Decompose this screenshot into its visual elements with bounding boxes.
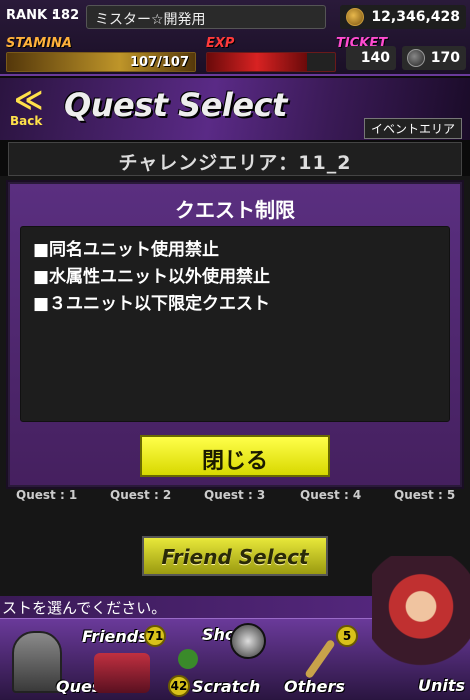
quest-tab-5[interactable]: Quest : 5	[394, 488, 455, 502]
ticket-value: 140	[360, 50, 390, 66]
nav-scratch-label: Scratch	[192, 677, 261, 696]
status-bar: RANK : 182 ミスター☆開発用 12,346,428 STAMINA 1…	[0, 0, 470, 76]
quest-tab-2[interactable]: Quest : 2	[110, 488, 171, 502]
rank-label: RANK :	[6, 8, 57, 23]
hint-text: ストを選んでください。	[2, 599, 167, 617]
friend-select-label: Friend Select	[161, 545, 309, 569]
close-button[interactable]: 閉じる	[140, 435, 330, 477]
exp-label: EXP	[206, 36, 235, 51]
restriction-rule: ■３ユニット以下限定クエスト	[33, 294, 271, 314]
gem-counter: 170	[402, 46, 466, 70]
friends-icon	[94, 653, 150, 693]
player-name: ミスター☆開発用	[95, 12, 206, 28]
shop-icon	[230, 623, 266, 659]
close-label: 閉じる	[201, 449, 268, 474]
quest-tab-1[interactable]: Quest : 1	[16, 488, 77, 502]
restriction-rule: ■同名ユニット使用禁止	[33, 240, 220, 260]
title-area: ≪ Back Quest Select イベントエリア	[0, 78, 470, 140]
nav-others-label: Others	[284, 677, 345, 696]
gem-icon	[407, 49, 425, 67]
rank-value: 182	[52, 8, 80, 23]
nav-units[interactable]: Units	[400, 660, 470, 700]
nav-others[interactable]: 5 Others	[280, 619, 370, 700]
back-label: Back	[10, 114, 43, 128]
stamina-value: 107/107	[129, 55, 189, 70]
gem-value: 170	[430, 50, 460, 66]
gold-counter: 12,346,428	[340, 5, 466, 29]
stamina-bar: 107/107	[6, 52, 196, 72]
quest-restriction-dialog: クエスト制限 ■同名ユニット使用禁止 ■水属性ユニット以外使用禁止 ■３ユニット…	[8, 182, 462, 487]
scratch-badge: 42	[168, 675, 190, 697]
nav-shop-scratch[interactable]: Shop 42 Scratch	[160, 619, 290, 700]
dialog-body: ■同名ユニット使用禁止 ■水属性ユニット以外使用禁止 ■３ユニット以下限定クエス…	[20, 226, 450, 422]
area-name: チャレンジエリア：11_2	[118, 152, 352, 174]
friend-select-button[interactable]: Friend Select	[142, 536, 328, 576]
page-title: Quest Select	[64, 86, 287, 124]
event-area-tag: イベントエリア	[363, 118, 462, 139]
area-name-bar: チャレンジエリア：11_2	[8, 142, 462, 176]
quest-tab-3[interactable]: Quest : 3	[204, 488, 265, 502]
restriction-rule: ■水属性ユニット以外使用禁止	[33, 267, 271, 287]
key-icon	[304, 638, 336, 680]
coin-icon	[346, 8, 364, 26]
gold-value: 12,346,428	[371, 9, 460, 25]
ticket-counter: 140	[346, 46, 396, 70]
exp-fill	[207, 53, 307, 71]
quest-tabs: Quest : 1 Quest : 2 Quest : 3 Quest : 4 …	[0, 488, 470, 504]
dialog-title: クエスト制限	[175, 198, 295, 222]
nav-units-label: Units	[418, 676, 466, 695]
quest-tab-4[interactable]: Quest : 4	[300, 488, 361, 502]
stamina-label: STAMINA	[6, 36, 72, 51]
scratch-clover-icon	[178, 649, 198, 669]
nav-friends-label: Friends	[82, 627, 148, 646]
quest-gate-icon	[12, 631, 62, 693]
back-button[interactable]: ≪ Back	[6, 86, 50, 130]
others-badge: 5	[336, 625, 358, 647]
exp-bar	[206, 52, 336, 72]
back-chevron-icon: ≪	[14, 83, 44, 116]
player-name-box: ミスター☆開発用	[86, 5, 326, 29]
